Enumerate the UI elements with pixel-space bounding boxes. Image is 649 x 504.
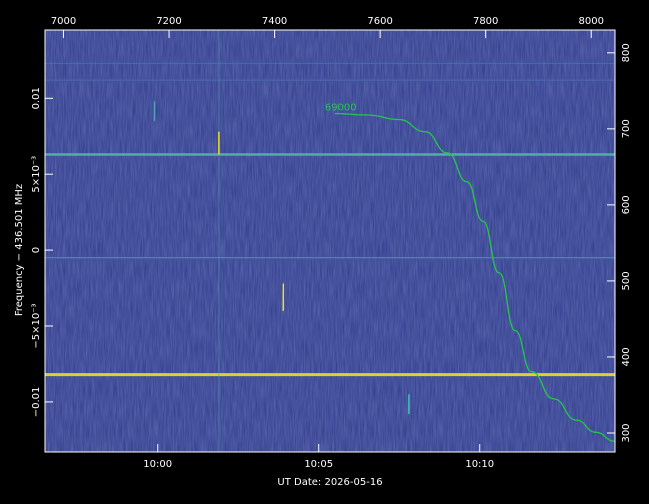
plot-noise	[45, 30, 615, 452]
y-right-tick-label-3: 500	[621, 271, 632, 290]
y-right-tick-label-2: 600	[621, 195, 632, 214]
x-top-tick-label-5: 8000	[579, 16, 604, 27]
x-top-tick-label-4: 7800	[473, 16, 498, 27]
y-right-tick-label-1: 700	[621, 119, 632, 138]
x-top-tick-label-2: 7400	[262, 16, 287, 27]
y-left-tick-label-3: −5×10⁻³	[31, 303, 42, 348]
chart-svg: 69000 10:00 10:05 10:107000 7200 7400 7600 780…	[14, 16, 632, 488]
x-top-tick-label-0: 7000	[51, 16, 76, 27]
y-left-tick-label-2: 0	[31, 247, 42, 253]
waterfall-chart: 69000 10:00 10:05 10:10 7000 7200 7400 7600 780…	[0, 0, 649, 500]
y-left-tick-label-1: 5×10⁻³	[31, 156, 42, 193]
y-right-tick-label-4: 400	[621, 347, 632, 366]
x-axis-title: UT Date: 2026-05-16	[277, 477, 382, 488]
signal-curve-label: 69000	[325, 102, 357, 113]
x-bottom-tick-label-0: 10:00	[143, 459, 172, 470]
x-top-tick-label-3: 7600	[367, 16, 392, 27]
x-bottom-tick-label-2: 10:10	[465, 459, 494, 470]
y-axis-title: Frequency − 436.501 MHz	[14, 184, 25, 316]
x-top-tick-label-1: 7200	[156, 16, 181, 27]
y-right-tick-label-5: 300	[621, 423, 632, 442]
y-left-tick-label-0: 0.01	[31, 87, 42, 109]
x-bottom-tick-label-1: 10:05	[304, 459, 333, 470]
y-right-tick-label-0: 800	[621, 43, 632, 62]
y-left-tick-label-4: −0.01	[31, 387, 42, 418]
